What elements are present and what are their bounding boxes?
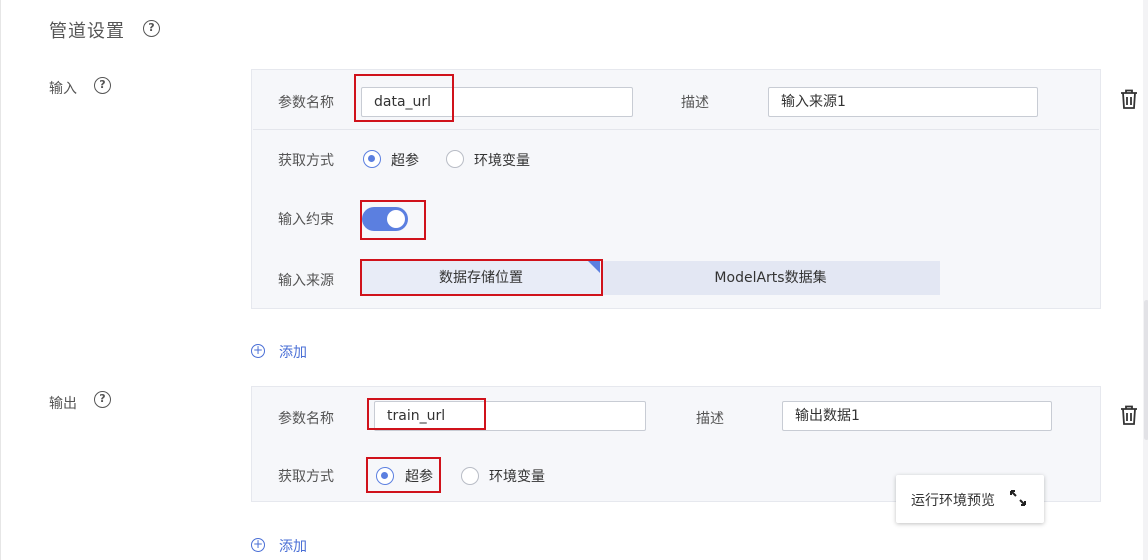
radio-env-var-label[interactable]: 环境变量	[489, 466, 545, 486]
acquire-label: 获取方式	[278, 153, 334, 169]
question-circle-icon[interactable]: ?	[143, 20, 160, 37]
acquire-label: 获取方式	[278, 469, 334, 485]
question-circle-icon[interactable]: ?	[94, 391, 111, 408]
plus-circle-icon[interactable]: +	[251, 344, 265, 358]
radio-hyperparam-label[interactable]: 超参	[405, 466, 433, 486]
question-circle-icon[interactable]: ?	[94, 77, 111, 94]
scrollbar-track[interactable]	[1143, 0, 1148, 560]
output-label: 输出	[49, 396, 77, 412]
input-param-name-field[interactable]: data_url	[361, 87, 633, 117]
source-tab-dataset[interactable]: ModelArts数据集	[601, 261, 940, 295]
runtime-preview-label: 运行环境预览	[911, 493, 995, 509]
desc-label: 描述	[696, 411, 724, 427]
param-name-label: 参数名称	[278, 411, 334, 427]
add-output-link[interactable]: 添加	[279, 536, 307, 556]
output-param-name-field[interactable]: train_url	[374, 401, 646, 431]
trash-icon[interactable]	[1119, 404, 1139, 426]
source-tab-storage[interactable]: 数据存储位置	[362, 261, 600, 295]
section-title: 管道设置	[49, 21, 125, 42]
radio-hyperparam[interactable]	[376, 467, 394, 485]
input-desc-field[interactable]: 输入来源1	[768, 87, 1038, 117]
constraint-label: 输入约束	[278, 212, 334, 228]
param-name-label: 参数名称	[278, 95, 334, 111]
plus-circle-icon[interactable]: +	[251, 538, 265, 552]
desc-label: 描述	[681, 95, 709, 111]
toggle-knob	[387, 210, 405, 228]
add-input-link[interactable]: 添加	[279, 342, 307, 362]
radio-env-var[interactable]	[461, 467, 479, 485]
runtime-preview-button[interactable]: 运行环境预览	[896, 475, 1044, 523]
expand-arrows-icon[interactable]	[1009, 489, 1027, 507]
radio-hyperparam[interactable]	[363, 150, 381, 168]
pipeline-settings-page: 管道设置 ? 输入 ? 参数名称 data_url 描述 输入来源1 获取方式 …	[0, 0, 1148, 560]
source-tab-dataset-label: ModelArts数据集	[714, 270, 827, 286]
output-desc-field[interactable]: 输出数据1	[782, 401, 1052, 431]
radio-env-var-label[interactable]: 环境变量	[474, 150, 530, 170]
source-tab-storage-label: 数据存储位置	[439, 270, 523, 286]
selected-corner-mark	[588, 261, 600, 273]
panel-divider	[253, 129, 1099, 130]
radio-env-var[interactable]	[446, 150, 464, 168]
source-label: 输入来源	[278, 273, 334, 289]
radio-hyperparam-label[interactable]: 超参	[391, 150, 419, 170]
input-constraint-toggle[interactable]	[362, 207, 408, 231]
trash-icon[interactable]	[1119, 88, 1139, 110]
scrollbar-thumb[interactable]	[1144, 300, 1148, 440]
input-label: 输入	[49, 81, 77, 97]
